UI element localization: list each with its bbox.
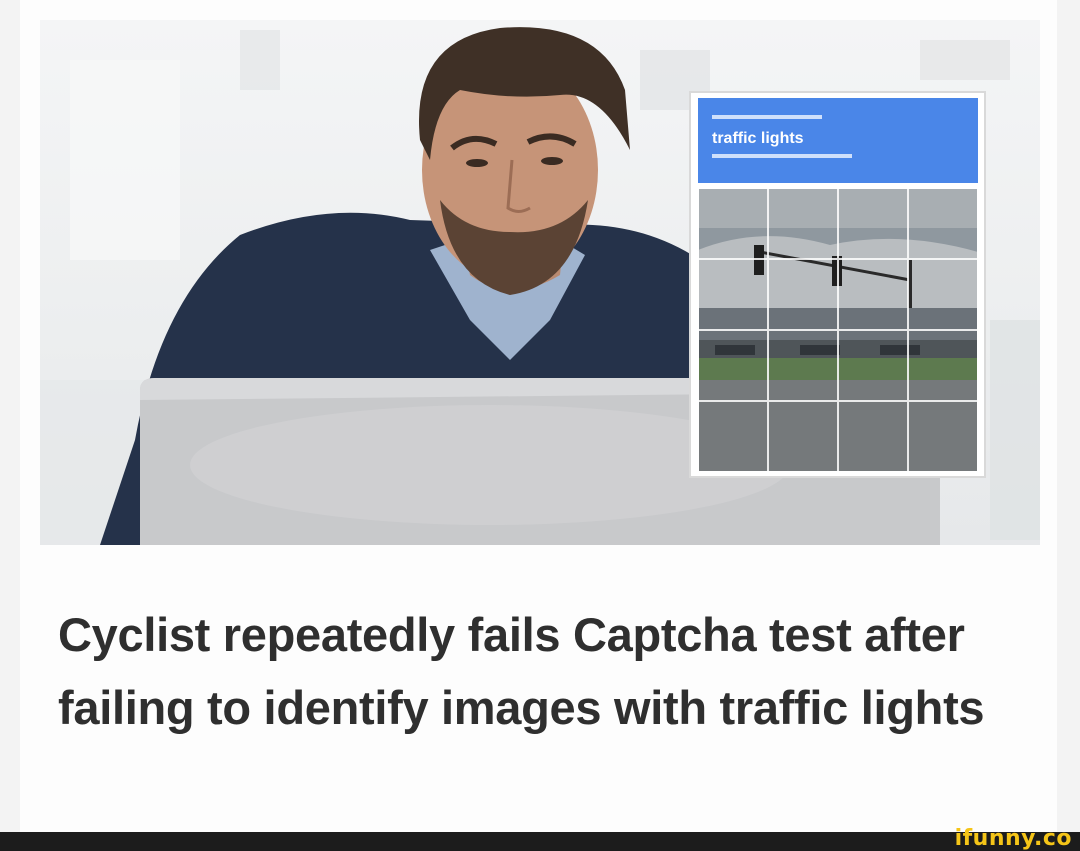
photo-illustration: traffic lights [40, 27, 1040, 545]
captcha-title: traffic lights [712, 130, 804, 147]
captcha-widget: traffic lights [689, 91, 986, 478]
headline: Cyclist repeatedly fails Captcha test af… [58, 608, 985, 734]
footer-bar: ifunny.co [0, 826, 1080, 851]
article-photo: traffic lights [40, 20, 1040, 545]
watermark-logo: ifunny.co [954, 826, 1072, 851]
